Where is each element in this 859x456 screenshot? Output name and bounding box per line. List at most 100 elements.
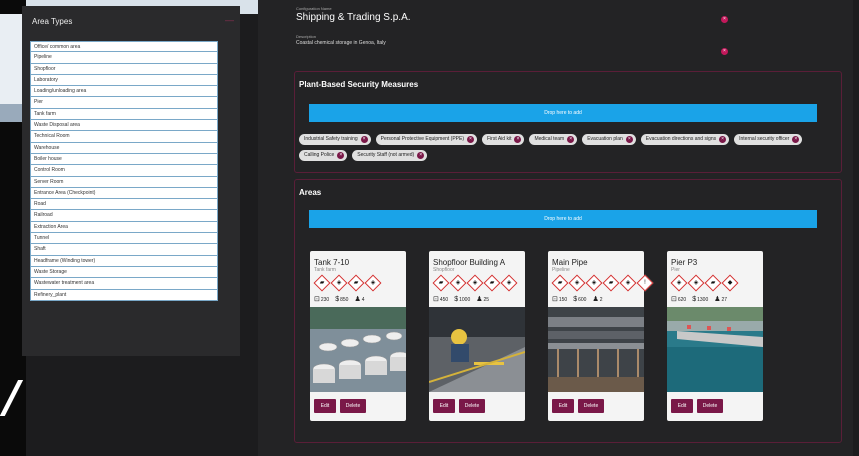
clear-name-icon[interactable]: × (721, 16, 728, 23)
remove-chip-icon[interactable]: × (567, 136, 575, 143)
area-type-item[interactable]: Pipeline (30, 52, 218, 64)
dollar-icon: $ (335, 295, 340, 303)
area-size-stat: ⊡150 (552, 296, 568, 303)
security-measure-chip[interactable]: Evacuation plan × (582, 134, 636, 145)
background-logo: / (4, 372, 21, 423)
remove-chip-icon[interactable]: × (719, 136, 727, 143)
security-measure-chip[interactable]: Security Staff (not armed) × (352, 150, 428, 161)
area-type-item[interactable]: Control Room (30, 165, 218, 177)
security-measure-chip[interactable]: Evacuation directions and signs × (640, 134, 730, 145)
configuration-name-field[interactable]: Shipping & Trading S.p.A. (296, 12, 411, 23)
hazard-icon: ! (636, 274, 654, 292)
security-drop-zone[interactable]: Drop here to add (309, 104, 817, 122)
area-card-type: Tank farm (314, 267, 336, 273)
area-type-item[interactable]: Shaft (30, 244, 218, 256)
area-card: Pier P3 Pier ◈ ◈ ▰ ◆ ⊡620 $1300 ♟27 Edit Delete (667, 251, 763, 421)
edit-button[interactable]: Edit (552, 399, 574, 413)
area-type-item[interactable]: Entrance Area (Checkpoint) (30, 187, 218, 200)
ruler-icon: ⊡ (671, 296, 677, 303)
area-type-item[interactable]: Loading/unloading area (30, 86, 218, 98)
area-photo (548, 307, 644, 392)
remove-chip-icon[interactable]: × (514, 136, 522, 143)
area-type-item[interactable]: Wastewater treatment area (30, 278, 218, 290)
area-type-item[interactable]: Laboratory (30, 74, 218, 87)
hazard-icon: ◈ (670, 274, 688, 292)
area-type-item[interactable]: Waste Storage (30, 266, 218, 279)
edit-button[interactable]: Edit (314, 399, 336, 413)
delete-button[interactable]: Delete (578, 399, 604, 413)
area-type-item[interactable]: Technical Room (30, 131, 218, 143)
area-type-item[interactable]: Road (30, 199, 218, 211)
hazard-icons: ▰ ◈ ◈ ▰ ◈ (432, 274, 518, 292)
area-type-item[interactable]: Tank farm (30, 108, 218, 121)
hazard-icon: ◈ (330, 274, 348, 292)
people-icon: ♟ (476, 296, 483, 303)
security-measure-chip[interactable]: First Aid kit × (482, 134, 525, 145)
hazard-icon: ◈ (500, 274, 518, 292)
hazard-icon: ◈ (449, 274, 467, 292)
area-type-item[interactable]: Refinery_plant (30, 289, 218, 301)
chip-label: Medical team (534, 136, 565, 142)
delete-button[interactable]: Delete (340, 399, 366, 413)
security-measure-chip[interactable]: Internal security officer × (734, 134, 803, 145)
area-type-item[interactable]: Headframe (Winding tower) (30, 255, 218, 267)
remove-chip-icon[interactable]: × (625, 136, 633, 143)
hazard-icon: ▰ (432, 274, 450, 292)
area-type-item[interactable]: Office/ common area (30, 41, 218, 53)
dollar-icon: $ (573, 295, 578, 303)
configuration-name-label: Configuration Name (296, 6, 332, 11)
hazard-icon: ◈ (619, 274, 637, 292)
area-type-item[interactable]: Server Room (30, 176, 218, 188)
area-card-title: Shopfloor Building A (433, 258, 506, 267)
area-type-item[interactable]: Boiler house (30, 153, 218, 166)
security-measures-section: Plant-Based Security Measures Drop here … (294, 71, 842, 173)
edit-button[interactable]: Edit (671, 399, 693, 413)
remove-chip-icon[interactable]: × (792, 136, 800, 143)
area-card-type: Shopfloor (433, 267, 455, 273)
remove-chip-icon[interactable]: × (417, 152, 425, 159)
security-measure-chip[interactable]: Personal Protective Equipment (PPE) × (375, 134, 478, 145)
area-people-stat: ♟25 (476, 296, 490, 303)
area-type-item[interactable]: Pier (30, 97, 218, 109)
delete-button[interactable]: Delete (697, 399, 723, 413)
chip-label: Calling Police (304, 152, 335, 158)
security-measure-chip[interactable]: Industrial Safety training × (299, 134, 371, 145)
area-card-type: Pier (671, 267, 680, 273)
remove-chip-icon[interactable]: × (337, 152, 345, 159)
area-type-item[interactable]: Railroad (30, 210, 218, 222)
security-measure-chip[interactable]: Calling Police × (299, 150, 348, 161)
clear-description-icon[interactable]: × (721, 48, 728, 55)
security-measures-title: Plant-Based Security Measures (299, 80, 419, 89)
area-photo (428, 307, 526, 392)
remove-chip-icon[interactable]: × (360, 136, 368, 143)
people-icon: ♟ (714, 296, 721, 303)
edit-button[interactable]: Edit (433, 399, 455, 413)
area-photo (667, 307, 763, 392)
area-value-stat: $1000 (454, 295, 471, 303)
area-card-stats: ⊡150 $600 ♟2 (552, 295, 603, 304)
area-card: Tank 7-10 Tank farm ▰ ◈ ▰ ◈ ⊡230 $850 ♟4 Edit Dele… (310, 251, 411, 421)
area-type-item[interactable]: Tunnel (30, 233, 218, 245)
people-icon: ♟ (592, 296, 599, 303)
area-type-item[interactable]: Shopfloor (30, 63, 218, 75)
area-type-item[interactable]: Warehouse (30, 142, 218, 154)
ruler-icon: ⊡ (314, 296, 320, 303)
chip-label: Evacuation plan (587, 136, 623, 142)
hazard-icons: ▰ ◈ ▰ ◈ (313, 274, 382, 292)
area-size-stat: ⊡620 (671, 296, 687, 303)
hazard-icons: ◈ ◈ ▰ ◆ (670, 274, 739, 292)
chip-label: Personal Protective Equipment (PPE) (380, 136, 465, 142)
description-field[interactable]: Coastal chemical storage in Genoa, Italy (296, 40, 386, 46)
area-people-stat: ♟4 (354, 296, 365, 303)
hazard-icon: ◈ (585, 274, 603, 292)
area-type-item[interactable]: Extraction Area (30, 221, 218, 234)
areas-drop-zone[interactable]: Drop here to add (309, 210, 817, 228)
remove-chip-icon[interactable]: × (467, 136, 475, 143)
collapse-icon[interactable]: — (225, 15, 234, 25)
area-card-stats: ⊡450 $1000 ♟25 (433, 295, 490, 304)
delete-button[interactable]: Delete (459, 399, 485, 413)
security-measure-chip[interactable]: Medical team × (529, 134, 578, 145)
hazard-icon: ▰ (551, 274, 569, 292)
area-card-type: Pipeline (552, 267, 570, 273)
area-type-item[interactable]: Waste Disposal area (30, 120, 218, 132)
